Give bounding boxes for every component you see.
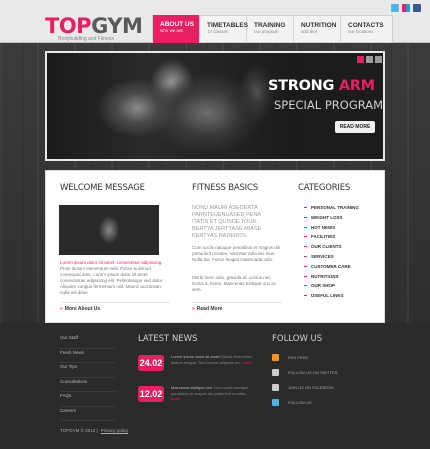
nav-label: TRAINING: [254, 22, 286, 29]
read-more-button[interactable]: READ MORE: [335, 121, 375, 133]
footer-link[interactable]: FAQs: [60, 393, 115, 407]
category-item[interactable]: HOT NEWS: [304, 223, 359, 233]
nav-label: TIMETABLES: [207, 22, 249, 29]
slide-dot-3[interactable]: [375, 56, 382, 63]
tagline: Bodybuilding and Fitness: [58, 36, 114, 42]
nav-sublabel: and diet: [301, 29, 318, 34]
news-more-link[interactable]: more: [243, 360, 252, 365]
category-item[interactable]: FACILITIES: [304, 232, 359, 242]
logo-part-top: TOP: [45, 14, 92, 38]
category-item[interactable]: CUSTOMER CARE: [304, 262, 359, 272]
athlete-image: [59, 205, 159, 255]
welcome-text-lead: Lorem ipsum dolor sit amet, consectetur …: [60, 260, 163, 265]
follow-label: FOLLOW US: [288, 400, 312, 405]
footer-link[interactable]: Our Tips: [60, 364, 115, 378]
welcome-text-body: Proin dictum elementum velit. Fusce euis…: [60, 266, 164, 295]
nav-label: CONTACTS: [348, 22, 384, 29]
logo-part-gym: GYM: [91, 14, 143, 38]
news-date-badge: 24.02: [138, 355, 164, 371]
hero-title: STRONG ARM: [268, 78, 375, 94]
slide-dot-1[interactable]: [357, 56, 364, 63]
nav-training[interactable]: TRAINING our program: [247, 16, 294, 42]
footer-link[interactable]: Careers: [60, 408, 115, 421]
news-item-text: Lorem ipsum dolor sit amet Mauris fermen…: [171, 354, 256, 365]
fitness-text-1: Cum sociis natoque penatibus et magnis d…: [192, 245, 281, 262]
nav-timetables[interactable]: TIMETABLES 17 classes: [200, 16, 249, 42]
footer-links: Our Staff Fresh News Our Tips Consultati…: [60, 335, 115, 422]
social-icons: [391, 4, 421, 12]
copyright: TOPGYM © 2012 | Privacy policy: [60, 428, 128, 433]
nav-label: ABOUT US: [160, 21, 194, 28]
slider-pager: [357, 56, 382, 63]
news-lead[interactable]: Lorem ipsum dolor sit amet: [171, 354, 219, 359]
latest-news-title: LATEST NEWS: [138, 334, 198, 344]
nav-contacts[interactable]: CONTACTS our locations: [341, 16, 392, 42]
slide-dot-2[interactable]: [366, 56, 373, 63]
category-item[interactable]: NUTRITIONS: [304, 272, 359, 282]
hero-subtitle: SPECIAL PROGRAM: [274, 98, 384, 112]
news-date-badge: 12.02: [138, 386, 164, 402]
fitness-text-2: Morbi nunc odio, gravida at, cursus nec,…: [192, 275, 277, 292]
footer-link[interactable]: Consultations: [60, 379, 115, 392]
nav-nutrition[interactable]: NUTRITION and diet: [294, 16, 341, 42]
categories-list: PERSONAL TRAINING WEIGHT LOSS HOT NEWS F…: [304, 203, 359, 301]
fitness-intro: NONU MAURI ASEDERTA PARNTEUENUASED PENA …: [192, 205, 262, 239]
hero-title-pink: ARM: [338, 78, 375, 94]
category-item[interactable]: OUR SHOP: [304, 281, 359, 291]
read-more-link[interactable]: Read More: [192, 306, 223, 312]
nav-about-us[interactable]: ABOUT US who we are: [153, 15, 200, 43]
nav-sublabel: our program: [254, 29, 279, 34]
welcome-text: Lorem ipsum dolor sit amet, consectetur …: [60, 260, 170, 296]
footer-link[interactable]: Our Staff: [60, 335, 115, 349]
nav-sublabel: 17 classes: [207, 29, 229, 34]
category-item[interactable]: SERVICES: [304, 252, 359, 262]
divider: [60, 302, 170, 303]
follow-us-title: FOLLOW US: [272, 334, 323, 344]
news-item-text: Maecenas tristique orci Cum sociis natoq…: [171, 385, 256, 402]
facebook-icon: [272, 384, 279, 391]
hero-slider: STRONG ARM SPECIAL PROGRAM READ MORE: [45, 51, 385, 161]
main-nav: ABOUT US who we are TIMETABLES 17 classes …: [152, 15, 393, 43]
footer-link[interactable]: Fresh News: [60, 350, 115, 363]
privacy-policy-link[interactable]: Privacy policy: [101, 428, 129, 433]
follow-label: JOIN US ON FACEBOOK: [288, 385, 335, 390]
category-item[interactable]: OUR CLIENTS: [304, 242, 359, 252]
category-item[interactable]: USEFUL LINKS: [304, 291, 359, 301]
category-item[interactable]: PERSONAL TRAINING: [304, 203, 359, 213]
more-about-us-link[interactable]: More About Us: [60, 306, 100, 312]
news-more-link[interactable]: more: [171, 396, 180, 401]
flickr-icon[interactable]: [402, 4, 410, 12]
follow-label: FOLLOW US ON TWITTER: [288, 370, 338, 375]
follow-facebook[interactable]: JOIN US ON FACEBOOK: [272, 384, 334, 391]
twitter-icon[interactable]: [391, 4, 399, 12]
follow-label: RSS FEED: [288, 355, 309, 360]
category-item[interactable]: WEIGHT LOSS: [304, 213, 359, 223]
follow-rss[interactable]: RSS FEED: [272, 354, 308, 361]
twitter-icon: [272, 369, 279, 376]
fitness-title: FITNESS BASICS: [192, 183, 258, 193]
divider: [192, 302, 282, 303]
welcome-title: WELCOME MESSAGE: [60, 183, 145, 193]
follow-twitter[interactable]: FOLLOW US ON TWITTER: [272, 369, 337, 376]
nav-label: NUTRITION: [301, 22, 337, 29]
logo[interactable]: TOPGYM: [45, 14, 143, 38]
nav-sublabel: our locations: [348, 29, 374, 34]
facebook-icon[interactable]: [413, 4, 421, 12]
rss-icon: [272, 354, 279, 361]
nav-sublabel: who we are: [160, 28, 184, 33]
categories-title: CATEGORIES: [298, 183, 351, 193]
hero-title-white: STRONG: [268, 78, 339, 94]
bird-icon: [272, 399, 279, 406]
news-lead[interactable]: Maecenas tristique orci: [171, 385, 212, 390]
copyright-text: TOPGYM © 2012 |: [60, 428, 98, 433]
follow-twitter-bird[interactable]: FOLLOW US: [272, 399, 312, 406]
content-panel: WELCOME MESSAGE Lorem ipsum dolor sit am…: [45, 170, 385, 323]
